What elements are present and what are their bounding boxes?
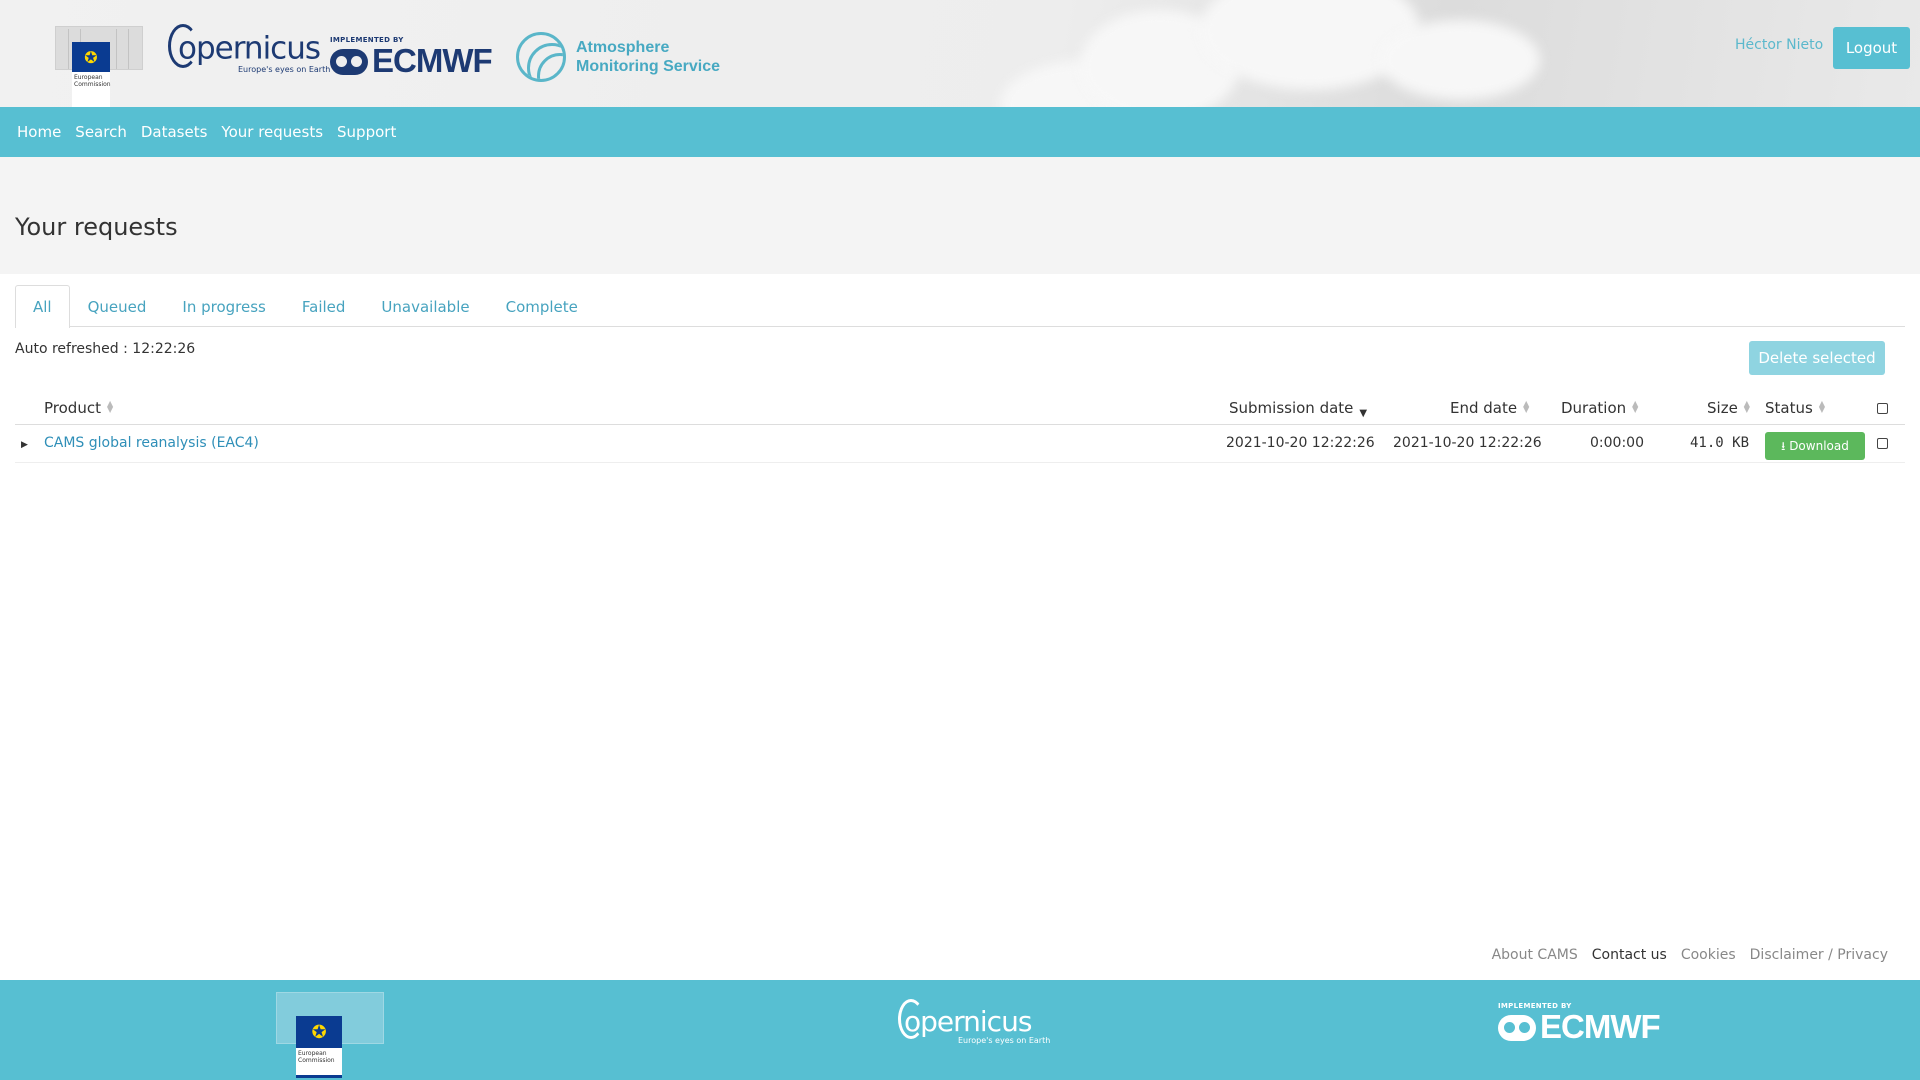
ams-line1: Atmosphere [576, 39, 670, 56]
col-duration-header[interactable]: Duration ▲ ▼ [1561, 392, 1638, 425]
nav-your-requests[interactable]: Your requests [221, 123, 323, 141]
tab-in-progress[interactable]: In progress [164, 285, 283, 327]
status-cell: ⭳ Download [1765, 426, 1865, 463]
nav-home[interactable]: Home [17, 123, 61, 141]
table-row: ▶ CAMS global reanalysis (EAC4) 2021-10-… [15, 426, 1905, 463]
download-icon: ⭳ [1781, 439, 1786, 453]
ec-logo-text: European Commission [72, 72, 111, 107]
copernicus-wordmark: opernicus [178, 30, 321, 67]
submission-date-cell: 2021-10-20 12:22:26 [1226, 435, 1375, 451]
footer-ecmwf-logo[interactable]: IMPLEMENTED BY ECMWF [1498, 1002, 1661, 1045]
requests-table-header: Product ▲ ▼ Submission date ▼ End date ▲ ▼ Du… [15, 392, 1905, 425]
col-end-date-header[interactable]: End date ▲ ▼ [1450, 392, 1529, 425]
tab-failed[interactable]: Failed [284, 285, 364, 327]
footer-contact-us[interactable]: Contact us [1592, 947, 1667, 963]
nav-support[interactable]: Support [337, 123, 396, 141]
sort-icon: ▲ ▼ [1743, 399, 1750, 414]
select-all-checkbox[interactable] [1877, 392, 1888, 425]
footer-european-commission-logo[interactable]: ✪ European Commission [276, 992, 386, 1078]
tab-unavailable[interactable]: Unavailable [363, 285, 487, 327]
main-nav: Home Search Datasets Your requests Suppo… [0, 107, 1920, 157]
footer-logos-band: ✪ European Commission opernicus Europe's… [0, 980, 1920, 1080]
col-size-header[interactable]: Size ▲ ▼ [1707, 392, 1750, 425]
sort-icon: ▲ ▼ [1818, 399, 1825, 414]
sort-icon: ▲ ▼ [106, 399, 114, 414]
sort-icon: ▲ ▼ [1632, 399, 1639, 414]
status-tabs: All Queued In progress Failed Unavailabl… [15, 285, 1905, 328]
footer-links: About CAMS Contact us Cookies Disclaimer… [1492, 947, 1888, 963]
footer-disclaimer-privacy[interactable]: Disclaimer / Privacy [1750, 947, 1888, 963]
page-title-band: Your requests [0, 157, 1920, 274]
row-select-checkbox[interactable] [1877, 426, 1888, 463]
user-name-link[interactable]: Héctor Nieto [1735, 37, 1823, 53]
eu-flag-icon: ✪ [296, 1016, 342, 1048]
product-link[interactable]: CAMS global reanalysis (EAC4) [44, 426, 259, 463]
tab-queued[interactable]: Queued [70, 285, 165, 327]
ams-line2: Monitoring Service [576, 58, 721, 75]
ams-logo[interactable]: Atmosphere Monitoring Service [516, 32, 720, 82]
copernicus-tagline: Europe's eyes on Earth [238, 65, 331, 74]
sort-icon: ▲ ▼ [1523, 399, 1530, 414]
nav-search[interactable]: Search [75, 123, 127, 141]
footer-copernicus-tagline: Europe's eyes on Earth [958, 1036, 1051, 1045]
ecmwf-swirl-icon [330, 49, 368, 75]
sort-desc-icon: ▼ [1359, 408, 1368, 419]
delete-selected-button[interactable]: Delete selected [1749, 341, 1885, 375]
duration-cell: 0:00:00 [1590, 435, 1644, 451]
end-date-cell: 2021-10-20 12:22:26 [1393, 435, 1542, 451]
ams-globe-icon [516, 32, 566, 82]
footer-about-cams[interactable]: About CAMS [1492, 947, 1578, 963]
european-commission-logo[interactable]: ✪ European Commission [55, 26, 145, 107]
footer-ecmwf-wordmark: ECMWF [1540, 1008, 1661, 1045]
row-expand-toggle[interactable]: ▶ [21, 426, 28, 463]
auto-refresh-status: Auto refreshed : 12:22:26 [15, 341, 196, 357]
caret-right-icon: ▶ [21, 440, 28, 450]
logout-button[interactable]: Logout [1833, 27, 1910, 69]
download-button[interactable]: ⭳ Download [1765, 432, 1865, 460]
col-submission-date-header[interactable]: Submission date ▼ [1229, 392, 1367, 425]
footer-cookies[interactable]: Cookies [1681, 947, 1736, 963]
tab-complete[interactable]: Complete [488, 285, 596, 327]
col-product-header[interactable]: Product ▲ ▼ [44, 392, 113, 425]
col-status-header[interactable]: Status ▲ ▼ [1765, 392, 1825, 425]
page-title: Your requests [15, 213, 178, 241]
copernicus-logo[interactable]: opernicus Europe's eyes on Earth [168, 24, 331, 84]
nav-datasets[interactable]: Datasets [141, 123, 208, 141]
eu-flag-icon: ✪ [72, 42, 110, 72]
ecmwf-logo[interactable]: IMPLEMENTED BY ECMWF [330, 36, 493, 79]
site-header: ✪ European Commission opernicus Europe's… [0, 0, 1920, 107]
size-cell: 41.0 KB [1690, 435, 1750, 451]
footer-copernicus-logo[interactable]: opernicus Europe's eyes on Earth [898, 999, 1051, 1045]
footer-ec-logo-text: European Commission [296, 1048, 342, 1078]
tab-all[interactable]: All [15, 285, 70, 328]
ecmwf-swirl-icon [1498, 1015, 1536, 1041]
ecmwf-wordmark: ECMWF [372, 42, 493, 79]
